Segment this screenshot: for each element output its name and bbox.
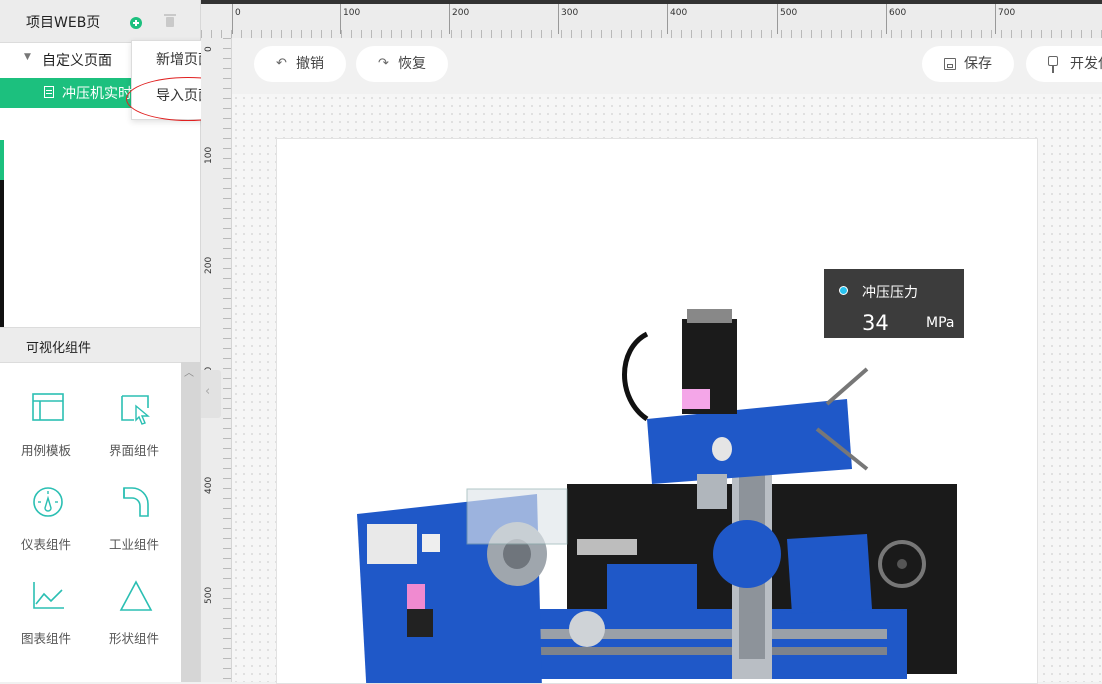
ruler-tick-label: 100 [204, 146, 214, 164]
status-dot-icon [839, 286, 848, 295]
ruler-tick-label: 300 [557, 2, 579, 34]
component-label: 界面组件 [108, 443, 159, 458]
develop-button[interactable]: 开发任务 [1026, 46, 1102, 82]
component-label: 用例模板 [20, 443, 71, 458]
ruler-tick-label: 0 [232, 2, 241, 34]
page-icon [44, 86, 54, 98]
undo-label: 撤销 [296, 56, 324, 72]
gauge-icon [33, 487, 63, 517]
trash-icon[interactable] [164, 14, 176, 27]
ruler-vertical: 0 100 200 300 400 500 [201, 38, 232, 682]
redo-icon: ↷ [378, 56, 389, 71]
ruler-tick-label: 400 [666, 2, 688, 34]
canvas-page[interactable] [276, 138, 1038, 684]
ui-component-icon [121, 395, 150, 425]
component-template[interactable]: 用例模板 [8, 390, 84, 470]
undo-icon: ↶ [276, 56, 287, 71]
component-label: 仪表组件 [20, 537, 71, 552]
caret-down-icon[interactable]: ▼ [24, 52, 31, 62]
component-ui[interactable]: 界面组件 [96, 390, 172, 470]
ruler-tick-label: 500 [204, 586, 214, 604]
components-header: 可视化组件 [0, 327, 200, 363]
component-label: 形状组件 [108, 631, 159, 646]
components-title: 可视化组件 [26, 341, 92, 356]
tree-node-label: 冲压机实时监控 [62, 86, 134, 102]
ruler-tick-label: 100 [339, 2, 361, 34]
tag-unit: MPa [926, 315, 955, 331]
ruler-tick-label: 200 [448, 2, 470, 34]
pressure-data-tag[interactable]: 冲压压力 34 MPa [824, 269, 964, 338]
save-button[interactable]: 保存 [922, 46, 1014, 82]
redo-label: 恢复 [398, 56, 426, 72]
tag-value: 34 [862, 311, 889, 335]
save-label: 保存 [964, 56, 992, 72]
project-title: 项目WEB页 [26, 15, 101, 31]
toolbar: ↶ 撤销 ↷ 恢复 保存 开发任务 [232, 38, 1102, 94]
sidebar-divider [0, 180, 4, 330]
stamping-machine-image [357, 309, 957, 683]
component-industrial[interactable]: 工业组件 [96, 484, 172, 564]
line-chart-icon [33, 582, 64, 609]
tree-node-label: 自定义页面 [42, 53, 112, 69]
ruler-tick-label: 500 [776, 2, 798, 34]
component-gauge[interactable]: 仪表组件 [8, 484, 84, 564]
triangle-icon [119, 580, 153, 611]
add-icon[interactable] [130, 17, 142, 29]
develop-label: 开发任务 [1070, 56, 1102, 72]
scroll-up-icon[interactable]: ︿ [184, 364, 194, 379]
component-label: 工业组件 [108, 537, 159, 552]
collapse-panel-button[interactable] [201, 370, 221, 418]
component-chart[interactable]: 图表组件 [8, 578, 84, 658]
tag-name: 冲压压力 [862, 285, 918, 301]
ruler-horizontal: 0 100 200 300 400 500 600 700 [201, 0, 1102, 39]
chevron-left-icon[interactable]: ‹ [205, 384, 210, 399]
pipe-icon [123, 487, 149, 517]
component-shape[interactable]: 形状组件 [96, 578, 172, 658]
sidebar-accent [0, 140, 4, 180]
develop-icon [1048, 56, 1058, 73]
redo-button[interactable]: ↷ 恢复 [356, 46, 448, 82]
template-icon [32, 393, 64, 421]
ruler-tick-label: 0 [204, 46, 214, 52]
project-panel-header: 项目WEB页 [0, 0, 200, 43]
component-label: 图表组件 [20, 631, 71, 646]
ruler-tick-label: 400 [204, 476, 214, 494]
window-edge [201, 0, 1102, 4]
undo-button[interactable]: ↶ 撤销 [254, 46, 346, 82]
components-scrollbar[interactable] [181, 362, 200, 682]
ruler-tick-label: 600 [885, 2, 907, 34]
save-icon [944, 58, 956, 70]
ruler-tick-label: 200 [204, 256, 214, 274]
ruler-tick-label: 700 [994, 2, 1016, 34]
